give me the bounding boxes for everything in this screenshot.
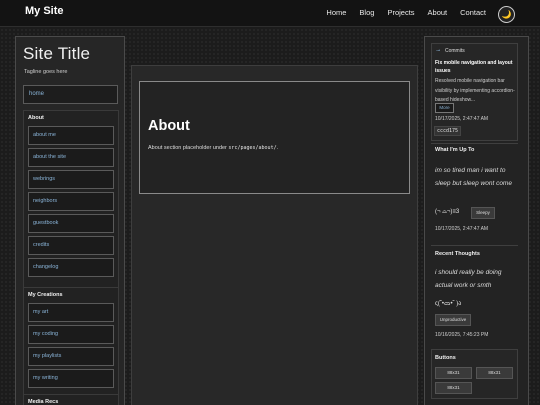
- nav-group-about: About about me about the site webrings n…: [23, 110, 119, 288]
- up-to-heading: What I'm Up To: [435, 147, 475, 153]
- commit-timestamp: 10/17/2025, 2:47:47 AM: [435, 116, 489, 122]
- sidebar-home-link[interactable]: home: [23, 85, 118, 104]
- sidebar-item-neighbors[interactable]: neighbors: [28, 192, 114, 211]
- page-title: About: [148, 118, 190, 134]
- nav-group-heading: My Creations: [28, 292, 63, 298]
- sidebar-item-credits[interactable]: credits: [28, 236, 114, 255]
- section-divider: [431, 245, 518, 246]
- top-navbar: My Site Home Blog Projects About Contact…: [0, 0, 540, 27]
- about-card: [139, 81, 410, 194]
- sidebar-item-about-the-site[interactable]: about the site: [28, 148, 114, 167]
- 88x31-button[interactable]: 88x31: [435, 382, 472, 394]
- commit-more-button[interactable]: More: [435, 103, 454, 113]
- left-sidebar: Site Title Tagline goes here home About …: [15, 36, 125, 405]
- nav-projects[interactable]: Projects: [387, 8, 414, 17]
- sidebar-site-title: Site Title: [23, 44, 91, 63]
- up-to-text: im so tired man i want to sleep but slee…: [435, 167, 512, 187]
- section-divider: [431, 143, 518, 144]
- about-description: About section placeholder under src/page…: [148, 145, 279, 151]
- moon-icon: 🌙: [501, 10, 512, 19]
- buttons-heading: Buttons: [435, 355, 456, 361]
- sidebar-item-webrings[interactable]: webrings: [28, 170, 114, 189]
- thoughts-timestamp: 10/16/2025, 7:45:23 PM: [435, 332, 489, 338]
- nav-group-heading: Media Recs: [28, 399, 59, 405]
- sidebar-item-my-coding[interactable]: my coding: [28, 325, 114, 344]
- sidebar-item-my-playlists[interactable]: my playlists: [28, 347, 114, 366]
- commit-icon: ⊸: [436, 48, 441, 54]
- nav-group-media-recs: Media Recs: [23, 394, 119, 405]
- sidebar-item-about-me[interactable]: about me: [28, 126, 114, 145]
- sidebar-tagline: Tagline goes here: [24, 69, 68, 75]
- site-name-link[interactable]: My Site: [25, 5, 64, 17]
- thoughts-emoticon: ς(˘•ᯅ•˘ )ა: [435, 301, 462, 307]
- commit-title[interactable]: Fix mobile navigation and layout issues: [435, 60, 515, 75]
- 88x31-button[interactable]: 88x31: [476, 367, 513, 379]
- commit-sha[interactable]: cccd175: [434, 126, 462, 136]
- commits-heading: Commits: [445, 48, 465, 54]
- nav-contact[interactable]: Contact: [460, 8, 486, 17]
- nav-group-heading: About: [28, 115, 44, 121]
- nav-home[interactable]: Home: [326, 8, 346, 17]
- mood-badge: Unproductive: [435, 314, 471, 326]
- commit-body: Resolved mobile navigation bar visibilit…: [435, 78, 515, 103]
- nav-blog[interactable]: Blog: [359, 8, 374, 17]
- mood-badge: Sleepy: [471, 207, 495, 219]
- thoughts-text: i should really be doing actual work or …: [435, 269, 502, 289]
- thoughts-heading: Recent Thoughts: [435, 251, 480, 257]
- up-to-emoticon: (¬ ⌓¬)≡3: [435, 209, 460, 215]
- sidebar-item-my-art[interactable]: my art: [28, 303, 114, 322]
- main-nav: Home Blog Projects About Contact: [313, 8, 486, 17]
- about-path-code: src/pages/about/: [228, 145, 277, 151]
- nav-about[interactable]: About: [428, 8, 448, 17]
- theme-toggle-button[interactable]: 🌙: [498, 6, 515, 23]
- up-to-timestamp: 10/17/2025, 2:47:47 AM: [435, 226, 489, 232]
- 88x31-button[interactable]: 88x31: [435, 367, 472, 379]
- sidebar-item-changelog[interactable]: changelog: [28, 258, 114, 277]
- sidebar-item-my-writing[interactable]: my writing: [28, 369, 114, 388]
- nav-group-my-creations: My Creations my art my coding my playlis…: [23, 287, 119, 395]
- sidebar-item-guestbook[interactable]: guestbook: [28, 214, 114, 233]
